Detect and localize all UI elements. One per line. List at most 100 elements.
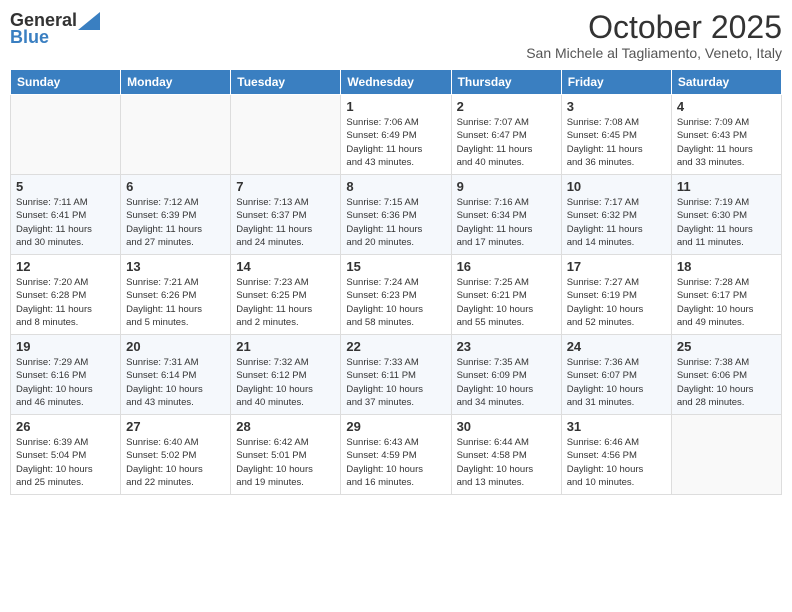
day-number: 27 — [126, 419, 225, 434]
logo-blue-text: Blue — [10, 27, 49, 48]
calendar-week-row: 12 Sunrise: 7:20 AM Sunset: 6:28 PM Dayli… — [11, 255, 782, 335]
day-number: 1 — [346, 99, 445, 114]
day-info: Sunrise: 7:28 AM Sunset: 6:17 PM Dayligh… — [677, 276, 776, 329]
day-info: Sunrise: 6:39 AM Sunset: 5:04 PM Dayligh… — [16, 436, 115, 489]
calendar-cell: 3 Sunrise: 7:08 AM Sunset: 6:45 PM Daylig… — [561, 95, 671, 175]
calendar-cell: 1 Sunrise: 7:06 AM Sunset: 6:49 PM Daylig… — [341, 95, 451, 175]
calendar-cell: 11Sunrise: 7:19 AM Sunset: 6:30 PM Dayli… — [671, 175, 781, 255]
calendar-cell: 29 Sunrise: 6:43 AM Sunset: 4:59 PM Dayli… — [341, 415, 451, 495]
calendar-cell: 24 Sunrise: 7:36 AM Sunset: 6:07 PM Dayli… — [561, 335, 671, 415]
calendar-cell — [11, 95, 121, 175]
calendar-cell: 26 Sunrise: 6:39 AM Sunset: 5:04 PM Dayli… — [11, 415, 121, 495]
calendar-cell: 4Sunrise: 7:09 AM Sunset: 6:43 PM Daylig… — [671, 95, 781, 175]
day-info: Sunrise: 7:23 AM Sunset: 6:25 PM Dayligh… — [236, 276, 335, 329]
calendar-cell — [121, 95, 231, 175]
day-number: 19 — [16, 339, 115, 354]
weekday-header-monday: Monday — [121, 70, 231, 95]
day-number: 12 — [16, 259, 115, 274]
calendar-cell: 8Sunrise: 7:15 AM Sunset: 6:36 PM Daylig… — [341, 175, 451, 255]
day-number: 28 — [236, 419, 335, 434]
day-info: Sunrise: 7:25 AM Sunset: 6:21 PM Dayligh… — [457, 276, 556, 329]
day-number: 13 — [126, 259, 225, 274]
day-info: Sunrise: 7:24 AM Sunset: 6:23 PM Dayligh… — [346, 276, 445, 329]
weekday-header-row: SundayMondayTuesdayWednesdayThursdayFrid… — [11, 70, 782, 95]
day-info: Sunrise: 7:32 AM Sunset: 6:12 PM Dayligh… — [236, 356, 335, 409]
day-number: 6 — [126, 179, 225, 194]
calendar-cell: 6 Sunrise: 7:12 AM Sunset: 6:39 PM Daylig… — [121, 175, 231, 255]
weekday-header-thursday: Thursday — [451, 70, 561, 95]
location-title: San Michele al Tagliamento, Veneto, Ital… — [526, 45, 782, 61]
calendar-cell: 10Sunrise: 7:17 AM Sunset: 6:32 PM Dayli… — [561, 175, 671, 255]
day-number: 5 — [16, 179, 115, 194]
day-info: Sunrise: 6:43 AM Sunset: 4:59 PM Dayligh… — [346, 436, 445, 489]
logo-icon — [78, 12, 100, 30]
day-number: 15 — [346, 259, 445, 274]
calendar-cell: 27 Sunrise: 6:40 AM Sunset: 5:02 PM Dayli… — [121, 415, 231, 495]
day-number: 30 — [457, 419, 556, 434]
calendar-cell: 12 Sunrise: 7:20 AM Sunset: 6:28 PM Dayli… — [11, 255, 121, 335]
day-info: Sunrise: 7:35 AM Sunset: 6:09 PM Dayligh… — [457, 356, 556, 409]
day-info: Sunrise: 7:12 AM Sunset: 6:39 PM Dayligh… — [126, 196, 225, 249]
day-number: 24 — [567, 339, 666, 354]
day-info: Sunrise: 7:21 AM Sunset: 6:26 PM Dayligh… — [126, 276, 225, 329]
calendar-cell: 22Sunrise: 7:33 AM Sunset: 6:11 PM Dayli… — [341, 335, 451, 415]
calendar-cell: 28 Sunrise: 6:42 AM Sunset: 5:01 PM Dayli… — [231, 415, 341, 495]
weekday-header-friday: Friday — [561, 70, 671, 95]
day-info: Sunrise: 7:17 AM Sunset: 6:32 PM Dayligh… — [567, 196, 666, 249]
calendar-cell: 13 Sunrise: 7:21 AM Sunset: 6:26 PM Dayli… — [121, 255, 231, 335]
calendar-week-row: 5Sunrise: 7:11 AM Sunset: 6:41 PM Daylig… — [11, 175, 782, 255]
day-number: 21 — [236, 339, 335, 354]
day-info: Sunrise: 7:16 AM Sunset: 6:34 PM Dayligh… — [457, 196, 556, 249]
day-info: Sunrise: 7:07 AM Sunset: 6:47 PM Dayligh… — [457, 116, 556, 169]
day-number: 31 — [567, 419, 666, 434]
title-section: October 2025 San Michele al Tagliamento,… — [526, 10, 782, 61]
calendar-week-row: 19 Sunrise: 7:29 AM Sunset: 6:16 PM Dayli… — [11, 335, 782, 415]
calendar-cell: 7Sunrise: 7:13 AM Sunset: 6:37 PM Daylig… — [231, 175, 341, 255]
day-number: 7 — [236, 179, 335, 194]
day-number: 20 — [126, 339, 225, 354]
calendar-cell — [671, 415, 781, 495]
day-number: 18 — [677, 259, 776, 274]
calendar-cell: 5Sunrise: 7:11 AM Sunset: 6:41 PM Daylig… — [11, 175, 121, 255]
day-info: Sunrise: 7:06 AM Sunset: 6:49 PM Dayligh… — [346, 116, 445, 169]
day-info: Sunrise: 6:42 AM Sunset: 5:01 PM Dayligh… — [236, 436, 335, 489]
day-info: Sunrise: 7:36 AM Sunset: 6:07 PM Dayligh… — [567, 356, 666, 409]
calendar-cell: 2 Sunrise: 7:07 AM Sunset: 6:47 PM Daylig… — [451, 95, 561, 175]
day-number: 29 — [346, 419, 445, 434]
calendar-cell: 9Sunrise: 7:16 AM Sunset: 6:34 PM Daylig… — [451, 175, 561, 255]
calendar-cell — [231, 95, 341, 175]
day-info: Sunrise: 7:20 AM Sunset: 6:28 PM Dayligh… — [16, 276, 115, 329]
day-info: Sunrise: 6:46 AM Sunset: 4:56 PM Dayligh… — [567, 436, 666, 489]
day-number: 14 — [236, 259, 335, 274]
weekday-header-sunday: Sunday — [11, 70, 121, 95]
calendar-cell: 18 Sunrise: 7:28 AM Sunset: 6:17 PM Dayli… — [671, 255, 781, 335]
weekday-header-tuesday: Tuesday — [231, 70, 341, 95]
calendar-cell: 31 Sunrise: 6:46 AM Sunset: 4:56 PM Dayli… — [561, 415, 671, 495]
day-info: Sunrise: 7:29 AM Sunset: 6:16 PM Dayligh… — [16, 356, 115, 409]
day-info: Sunrise: 7:31 AM Sunset: 6:14 PM Dayligh… — [126, 356, 225, 409]
calendar-cell: 15 Sunrise: 7:24 AM Sunset: 6:23 PM Dayli… — [341, 255, 451, 335]
day-number: 25 — [677, 339, 776, 354]
day-info: Sunrise: 7:33 AM Sunset: 6:11 PM Dayligh… — [346, 356, 445, 409]
day-info: Sunrise: 7:19 AM Sunset: 6:30 PM Dayligh… — [677, 196, 776, 249]
day-number: 2 — [457, 99, 556, 114]
calendar-cell: 19 Sunrise: 7:29 AM Sunset: 6:16 PM Dayli… — [11, 335, 121, 415]
day-number: 23 — [457, 339, 556, 354]
month-title: October 2025 — [526, 10, 782, 45]
day-info: Sunrise: 7:09 AM Sunset: 6:43 PM Dayligh… — [677, 116, 776, 169]
calendar-table: SundayMondayTuesdayWednesdayThursdayFrid… — [10, 69, 782, 495]
day-info: Sunrise: 7:15 AM Sunset: 6:36 PM Dayligh… — [346, 196, 445, 249]
calendar-body: 1 Sunrise: 7:06 AM Sunset: 6:49 PM Daylig… — [11, 95, 782, 495]
day-number: 26 — [16, 419, 115, 434]
day-number: 3 — [567, 99, 666, 114]
day-number: 16 — [457, 259, 556, 274]
weekday-header-wednesday: Wednesday — [341, 70, 451, 95]
day-info: Sunrise: 6:40 AM Sunset: 5:02 PM Dayligh… — [126, 436, 225, 489]
calendar-cell: 17Sunrise: 7:27 AM Sunset: 6:19 PM Dayli… — [561, 255, 671, 335]
day-info: Sunrise: 7:08 AM Sunset: 6:45 PM Dayligh… — [567, 116, 666, 169]
day-info: Sunrise: 7:38 AM Sunset: 6:06 PM Dayligh… — [677, 356, 776, 409]
calendar-cell: 21 Sunrise: 7:32 AM Sunset: 6:12 PM Dayli… — [231, 335, 341, 415]
calendar-cell: 14 Sunrise: 7:23 AM Sunset: 6:25 PM Dayli… — [231, 255, 341, 335]
day-info: Sunrise: 6:44 AM Sunset: 4:58 PM Dayligh… — [457, 436, 556, 489]
page-header: General Blue October 2025 San Michele al… — [10, 10, 782, 61]
